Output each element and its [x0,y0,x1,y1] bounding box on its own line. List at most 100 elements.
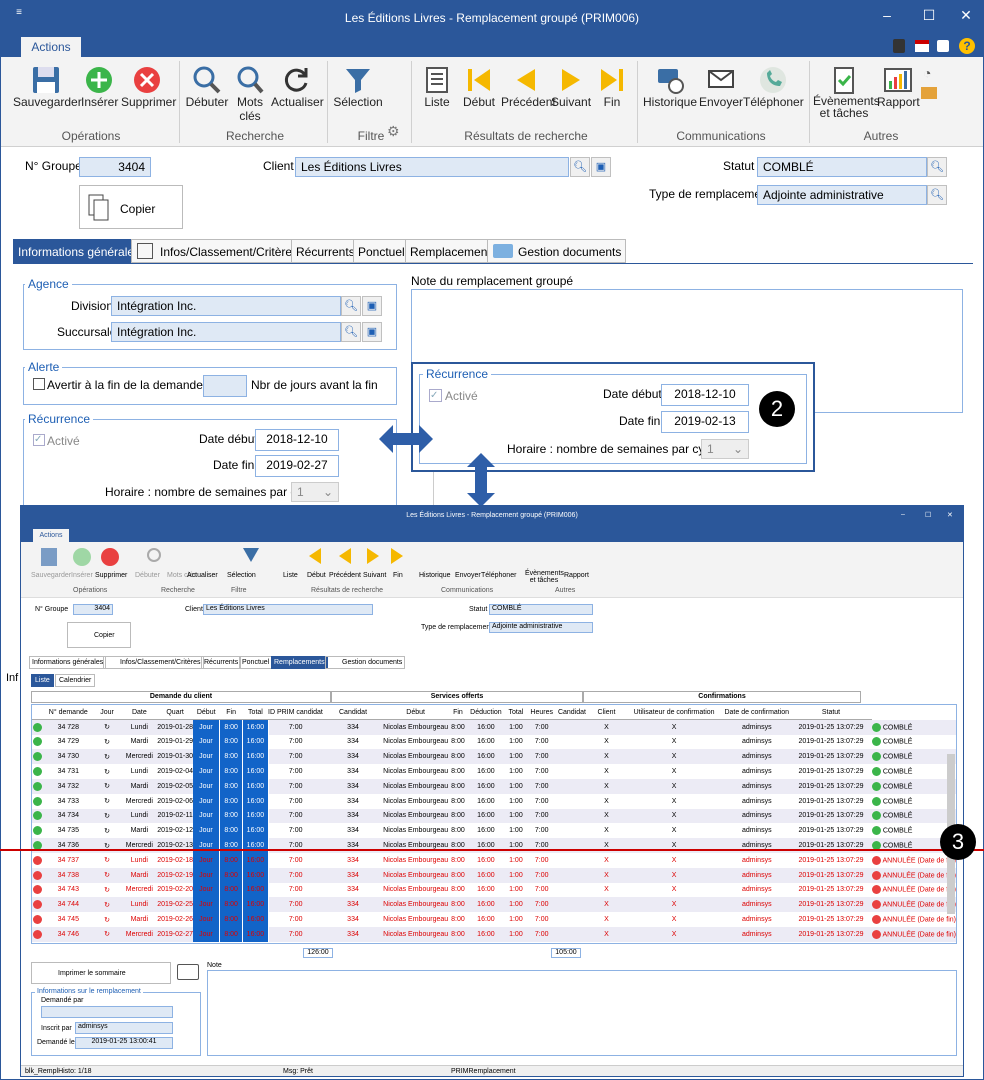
recurrence-start-field[interactable]: 2018-12-10 [255,429,339,451]
events-tasks-button[interactable]: Évènements et tâches [813,65,880,119]
inner-tab-replacements[interactable]: Remplacements [271,656,328,669]
tab-recurring[interactable]: Récurrents [291,239,360,263]
inner-next[interactable]: Suivant [363,572,386,579]
table-row[interactable]: 34 733 ↻ Mercredi 2019-02-06 Jour 8:00 16:00 7:… [32,793,956,809]
col-header[interactable]: Jour [92,705,122,721]
inner-copy-button[interactable]: Copier [67,622,131,648]
inner-tab-general[interactable]: Informations générales [29,656,107,669]
inner-list[interactable]: Liste [283,572,298,579]
inner-minimize-icon[interactable]: – [901,511,905,518]
written-by-field[interactable]: adminsys [75,1022,173,1034]
division-search-icon[interactable]: 🔍︎ [341,296,361,316]
inner-previous[interactable]: Précédent [329,572,361,579]
tab-general-info[interactable]: Informations générales [13,239,146,263]
inner-client[interactable]: Les Éditions Livres [203,604,373,615]
col-header[interactable]: Candidat [322,705,384,721]
col-header[interactable]: Fin [219,705,243,721]
insert-button[interactable]: Insérer [81,65,118,109]
help-icon[interactable]: ? [959,38,975,54]
recurrence-active-checkbox[interactable]: ✓ [33,434,45,446]
col-header[interactable]: Utilisateur de confirmation [624,705,724,721]
inner-maximize-icon[interactable]: ☐ [925,511,931,519]
type-field[interactable]: Adjointe administrative [757,185,927,205]
col-header[interactable]: Déduction [467,705,505,721]
print-summary-button[interactable]: Imprimer le sommaire [31,962,171,984]
inner-phone[interactable]: Téléphoner [481,572,516,579]
start-search-button[interactable]: Débuter [185,65,229,109]
delete-button[interactable]: Supprimer [121,65,176,109]
recurrence2-cycle-select[interactable]: 1 ⌄ [701,439,749,459]
status-search-icon[interactable]: 🔍︎ [927,157,947,177]
inner-save[interactable]: Sauvegarder [31,572,71,579]
inner-tab-documents[interactable]: Gestion documents [325,656,406,669]
table-row[interactable]: 34 732 ↻ Mardi 2019-02-05 Jour 8:00 16:00 7:00 3… [32,778,956,794]
table-row[interactable]: 34 744 ↻ Lundi 2019-02-25 Jour 8:00 16:00 7:00 3… [32,897,956,913]
next-button[interactable]: Suivant [551,65,591,109]
branch-field[interactable]: Intégration Inc. [111,322,341,342]
type-search-icon[interactable]: 🔍︎ [927,185,947,205]
inner-tab-classification[interactable]: Infos/Classement/Critères [103,656,204,669]
table-row[interactable]: 34 734 ↻ Lundi 2019-02-11 Jour 8:00 16:00 7:00 3… [32,808,956,824]
inner-group-no[interactable]: 3404 [73,604,113,615]
recurrence2-start-field[interactable]: 2018-12-10 [661,384,749,406]
inner-send[interactable]: Envoyer [455,572,481,579]
col-header[interactable]: Début [383,705,449,721]
refresh-button[interactable]: Actualiser [271,65,324,109]
col-header[interactable]: Fin [448,705,468,721]
col-header[interactable]: Quart [157,705,194,721]
table-row[interactable]: 34 746 ↻ Mercredi 2019-02-27 Jour 8:00 16:00 7:… [32,926,956,942]
table-row[interactable]: 34 728 ↻ Lundi 2019-01-28 Jour 8:00 16:00 7:00 3… [32,719,956,735]
tab-classification[interactable]: Infos/Classement/Critères [131,239,304,263]
inner-close-icon[interactable]: ✕ [947,511,953,519]
col-header[interactable]: Statut [790,705,872,721]
inner-tab-recurring[interactable]: Récurrents [201,656,242,669]
branch-search-icon[interactable]: 🔍︎ [341,322,361,342]
recurrence2-end-field[interactable]: 2019-02-13 [661,411,749,433]
table-row[interactable]: 34 730 ↻ Mercredi 2019-01-30 Jour 8:00 16:00 7:… [32,749,956,765]
col-header[interactable]: Total [504,705,528,721]
inner-note-textarea[interactable] [207,970,957,1056]
col-header[interactable]: Client [588,705,625,721]
division-open-icon[interactable]: ▣ [362,296,382,316]
inner-status[interactable]: COMBLÉ [489,604,593,615]
inner-last[interactable]: Fin [393,572,403,579]
col-header[interactable]: Début [193,705,220,721]
first-button[interactable]: Début [459,65,499,109]
inner-events[interactable]: Évènements et tâches [525,570,564,584]
client-field[interactable]: Les Éditions Livres [295,157,569,177]
inner-start[interactable]: Débuter [135,572,160,579]
previous-button[interactable]: Précédent [501,65,556,109]
clock-icon[interactable]: ◔ [923,65,931,81]
replacements-table[interactable]: N° demande Jour Date Quart Début Fin Total ID P… [31,704,957,944]
calculator-icon[interactable] [893,39,905,53]
inner-tab-punctual[interactable]: Ponctuel [239,656,273,669]
table-row[interactable]: 34 745 ↻ Mardi 2019-02-26 Jour 8:00 16:00 7:00 3… [32,912,956,927]
calendar-icon[interactable] [915,40,929,52]
group-no-field[interactable]: 3404 [79,157,151,177]
phone-button[interactable]: Téléphoner [743,65,804,109]
table-row[interactable]: 34 738 ↻ Mardi 2019-02-19 Jour 8:00 16:00 7:00 3… [32,867,956,883]
col-header[interactable]: Date de confirmation [723,705,791,721]
col-header[interactable]: Candidat [555,705,589,721]
branch-open-icon[interactable]: ▣ [362,322,382,342]
print-icon[interactable] [937,40,949,52]
maximize-icon[interactable]: ☐ [919,7,939,24]
copy-button[interactable]: Copier [79,185,183,229]
status-field[interactable]: COMBLÉ [757,157,927,177]
inner-first[interactable]: Début [307,572,326,579]
save-button[interactable]: Sauvegarder [13,65,82,109]
inner-type[interactable]: Adjointe administrative [489,622,593,633]
id-card-icon[interactable] [177,964,199,980]
col-header[interactable]: Total [242,705,269,721]
client-open-icon[interactable]: ▣ [591,157,611,177]
table-row[interactable]: 34 735 ↻ Mardi 2019-02-12 Jour 8:00 16:00 7:00 3… [32,823,956,839]
asked-by-field[interactable] [41,1006,173,1018]
subtab-calendar[interactable]: Calendrier [55,674,96,687]
col-header[interactable]: Heures [527,705,556,721]
inbox-icon[interactable] [921,87,937,99]
inner-history[interactable]: Historique [419,572,451,579]
send-button[interactable]: Envoyer [699,65,743,109]
tab-punctual[interactable]: Ponctuel [353,239,410,263]
minimize-icon[interactable]: – [877,7,897,23]
table-row[interactable]: 34 737 ↻ Lundi 2019-02-18 Jour 8:00 16:00 7:00 3… [32,852,956,868]
